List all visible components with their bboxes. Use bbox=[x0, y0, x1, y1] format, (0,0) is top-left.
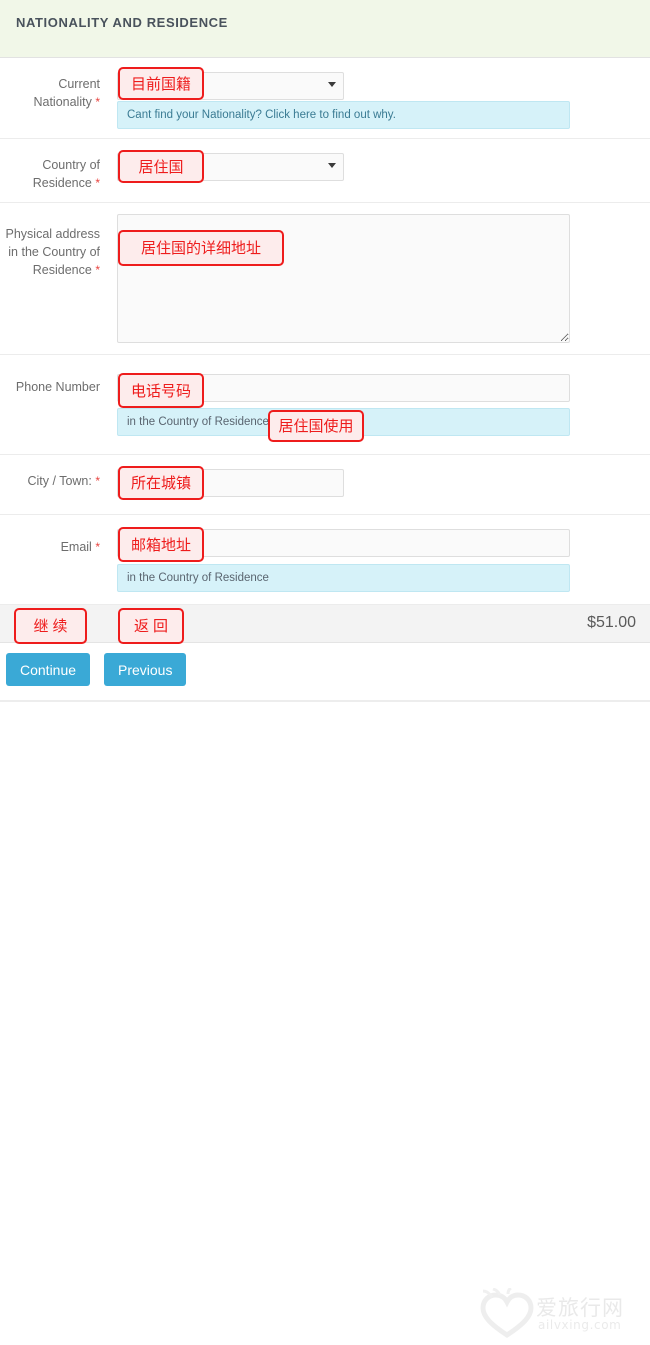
annotation-email: 邮箱地址 bbox=[118, 527, 204, 562]
annotation-city-town: 所在城镇 bbox=[118, 466, 204, 500]
email-hint-bar: in the Country of Residence bbox=[117, 564, 570, 592]
required-asterisk: * bbox=[95, 95, 100, 109]
heart-logo-icon bbox=[480, 1286, 534, 1338]
form-row-country-of-residence: Country of Residence * bbox=[0, 139, 650, 203]
nationality-hint-text[interactable]: Cant find your Nationality? Click here t… bbox=[127, 109, 396, 121]
label-email-text: Email bbox=[60, 540, 92, 554]
annotation-nationality: 目前国籍 bbox=[118, 67, 204, 100]
required-asterisk: * bbox=[95, 540, 100, 554]
annotation-previous-button: 返回 bbox=[118, 608, 184, 644]
label-phone-number-text: Phone Number bbox=[15, 380, 100, 394]
label-current-nationality-text: Current Nationality bbox=[33, 77, 100, 109]
label-physical-address-text: Physical address in the Country of Resid… bbox=[5, 227, 101, 277]
section-header: NATIONALITY AND RESIDENCE bbox=[0, 0, 650, 58]
form-row-city-town: City / Town: * bbox=[0, 455, 650, 515]
watermark-logo: 爱旅行网 ailvxing.com bbox=[478, 1286, 646, 1344]
annotation-country-of-residence: 居住国 bbox=[118, 150, 204, 183]
annotation-continue-button: 继续 bbox=[14, 608, 87, 644]
required-asterisk: * bbox=[95, 474, 100, 488]
annotation-phone-hint: 居住国使用 bbox=[268, 410, 364, 442]
annotation-physical-address: 居住国的详细地址 bbox=[118, 230, 284, 266]
phone-number-hint-text: in the Country of Residence bbox=[127, 416, 269, 428]
form-row-nationality: Current Nationality * Cant find your Nat… bbox=[0, 59, 650, 139]
required-asterisk: * bbox=[95, 176, 100, 190]
annotation-phone-number: 电话号码 bbox=[118, 373, 204, 408]
total-amount: $51.00 bbox=[587, 614, 636, 631]
label-city-town-text: City / Town: bbox=[27, 474, 92, 488]
continue-button[interactable]: Continue bbox=[6, 653, 91, 686]
label-country-of-residence: Country of Residence * bbox=[0, 156, 100, 192]
form-row-physical-address: Physical address in the Country of Resid… bbox=[0, 203, 650, 355]
label-physical-address: Physical address in the Country of Resid… bbox=[0, 225, 101, 279]
form-row-email: Email * in the Country of Residence bbox=[0, 515, 650, 605]
email-hint-text: in the Country of Residence bbox=[127, 572, 269, 584]
total-bar: $51.00 bbox=[0, 605, 650, 643]
label-phone-number: Phone Number bbox=[0, 378, 100, 396]
label-current-nationality: Current Nationality * bbox=[0, 75, 100, 111]
label-city-town: City / Town: * bbox=[0, 472, 100, 490]
previous-button[interactable]: Previous bbox=[104, 653, 187, 686]
page-title: NATIONALITY AND RESIDENCE bbox=[16, 15, 228, 30]
form-page: NATIONALITY AND RESIDENCE Current Nation… bbox=[0, 0, 650, 1338]
watermark-domain: ailvxing.com bbox=[538, 1318, 622, 1332]
button-bar: Continue Previous 爱旅行网 ailvxing.com bbox=[0, 643, 650, 1338]
label-email: Email * bbox=[0, 538, 100, 556]
required-asterisk: * bbox=[95, 263, 100, 277]
label-country-of-residence-text: Country of Residence bbox=[32, 158, 100, 190]
nationality-hint-bar[interactable]: Cant find your Nationality? Click here t… bbox=[117, 101, 570, 129]
watermark-brand: 爱旅行网 bbox=[536, 1296, 624, 1320]
